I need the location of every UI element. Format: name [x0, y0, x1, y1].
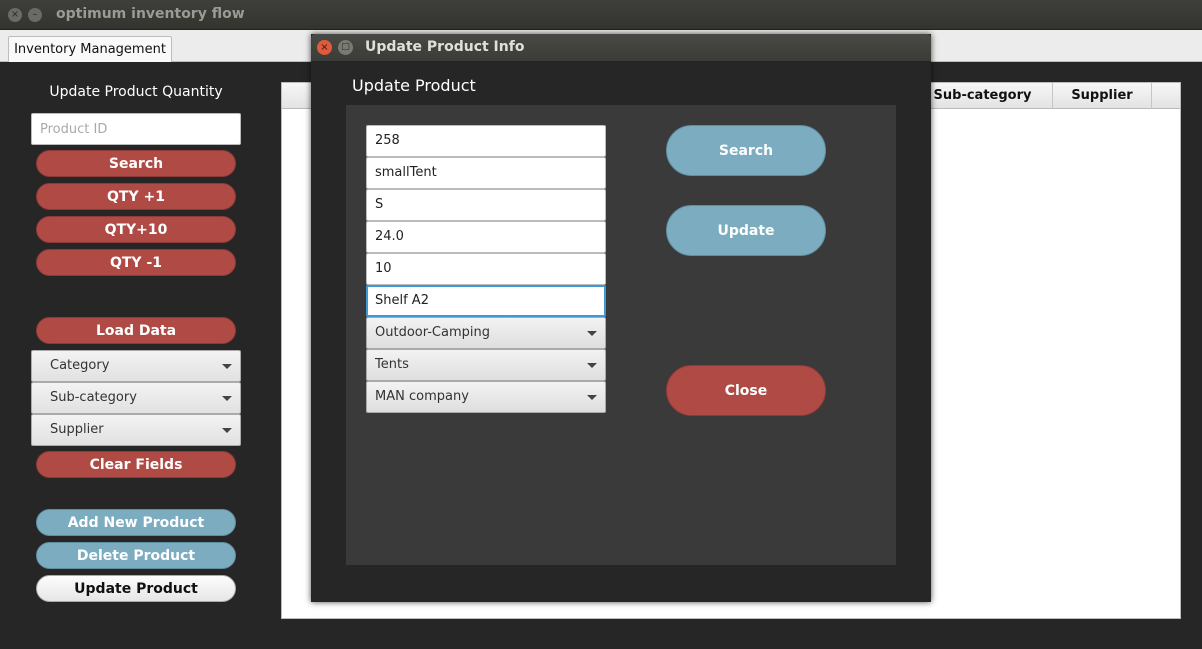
dialog-title: Update Product Info	[365, 39, 525, 55]
dialog-category-dropdown[interactable]: Outdoor-Camping	[366, 317, 606, 349]
product-name-field[interactable]: smallTent	[366, 157, 606, 189]
product-quantity-field[interactable]: 10	[366, 253, 606, 285]
category-label: Category	[50, 358, 110, 373]
dialog-minimize-icon[interactable]: □	[338, 40, 353, 55]
dialog-subcategory-value: Tents	[375, 357, 409, 372]
window-close-icon[interactable]: ×	[8, 8, 22, 22]
search-button[interactable]: Search	[36, 150, 236, 177]
chevron-down-icon	[587, 363, 597, 368]
dialog-supplier-dropdown[interactable]: MAN company	[366, 381, 606, 413]
window-title: optimum inventory flow	[56, 6, 245, 22]
dialog-close-icon[interactable]: ×	[317, 40, 332, 55]
product-id-field[interactable]: 258	[366, 125, 606, 157]
update-product-button[interactable]: Update Product	[36, 575, 236, 602]
product-price-field[interactable]: 24.0	[366, 221, 606, 253]
dialog-subcategory-dropdown[interactable]: Tents	[366, 349, 606, 381]
add-new-product-button[interactable]: Add New Product	[36, 509, 236, 536]
chevron-down-icon	[222, 428, 232, 433]
dialog-update-button[interactable]: Update	[666, 205, 826, 256]
dialog-category-value: Outdoor-Camping	[375, 325, 490, 340]
load-data-button[interactable]: Load Data	[36, 317, 236, 344]
dialog-heading: Update Product	[352, 76, 476, 95]
subcategory-label: Sub-category	[50, 390, 137, 405]
qty-plus-1-button[interactable]: QTY +1	[36, 183, 236, 210]
tab-inventory-management[interactable]: Inventory Management	[8, 36, 172, 63]
category-dropdown[interactable]: Category	[31, 350, 241, 382]
dialog-close-button[interactable]: Close	[666, 365, 826, 416]
update-quantity-heading: Update Product Quantity	[49, 84, 223, 100]
product-id-input[interactable]: Product ID	[31, 113, 241, 145]
supplier-dropdown[interactable]: Supplier	[31, 414, 241, 446]
dialog-supplier-value: MAN company	[375, 389, 469, 404]
qty-minus-1-button[interactable]: QTY -1	[36, 249, 236, 276]
column-header-supplier[interactable]: Supplier	[1052, 83, 1152, 109]
dialog-search-button[interactable]: Search	[666, 125, 826, 176]
product-size-field[interactable]: S	[366, 189, 606, 221]
chevron-down-icon	[587, 395, 597, 400]
qty-plus-10-button[interactable]: QTY+10	[36, 216, 236, 243]
supplier-label: Supplier	[50, 422, 104, 437]
clear-fields-button[interactable]: Clear Fields	[36, 451, 236, 478]
chevron-down-icon	[222, 396, 232, 401]
product-location-field[interactable]: Shelf A2	[366, 285, 606, 317]
chevron-down-icon	[587, 331, 597, 336]
delete-product-button[interactable]: Delete Product	[36, 542, 236, 569]
window-minimize-icon[interactable]: –	[28, 8, 42, 22]
chevron-down-icon	[222, 364, 232, 369]
subcategory-dropdown[interactable]: Sub-category	[31, 382, 241, 414]
column-header-subcategory[interactable]: Sub-category	[912, 83, 1052, 109]
